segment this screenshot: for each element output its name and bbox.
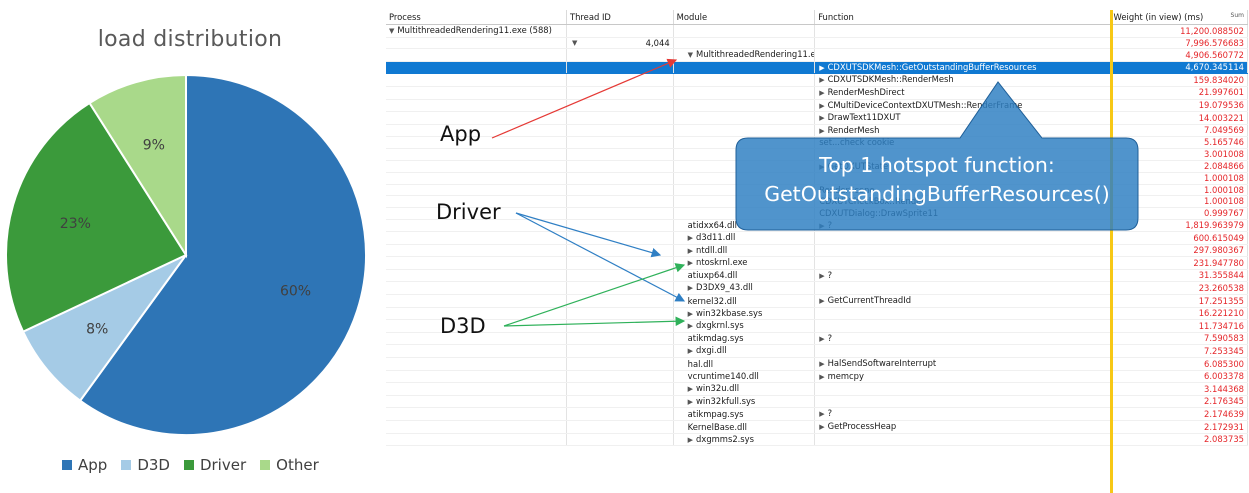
hotspot-callout-text: Top 1 hotspot function: GetOutstandingBu…	[736, 151, 1138, 209]
callout-line-1: Top 1 hotspot function:	[819, 153, 1055, 177]
d3d-arrow-d3d11	[503, 263, 686, 327]
app-arrow	[491, 58, 678, 139]
callout-line-2: GetOutstandingBufferResources()	[764, 182, 1110, 206]
driver-arrow-atidxx	[515, 212, 662, 258]
app-annotation-label: App	[440, 122, 482, 146]
d3d-arrow-d3dx9	[503, 316, 686, 327]
annotation-overlay	[491, 58, 1139, 327]
driver-arrow-atiuxp	[515, 212, 686, 302]
d3d-annotation-label: D3D	[440, 314, 486, 338]
driver-annotation-label: Driver	[436, 200, 501, 224]
